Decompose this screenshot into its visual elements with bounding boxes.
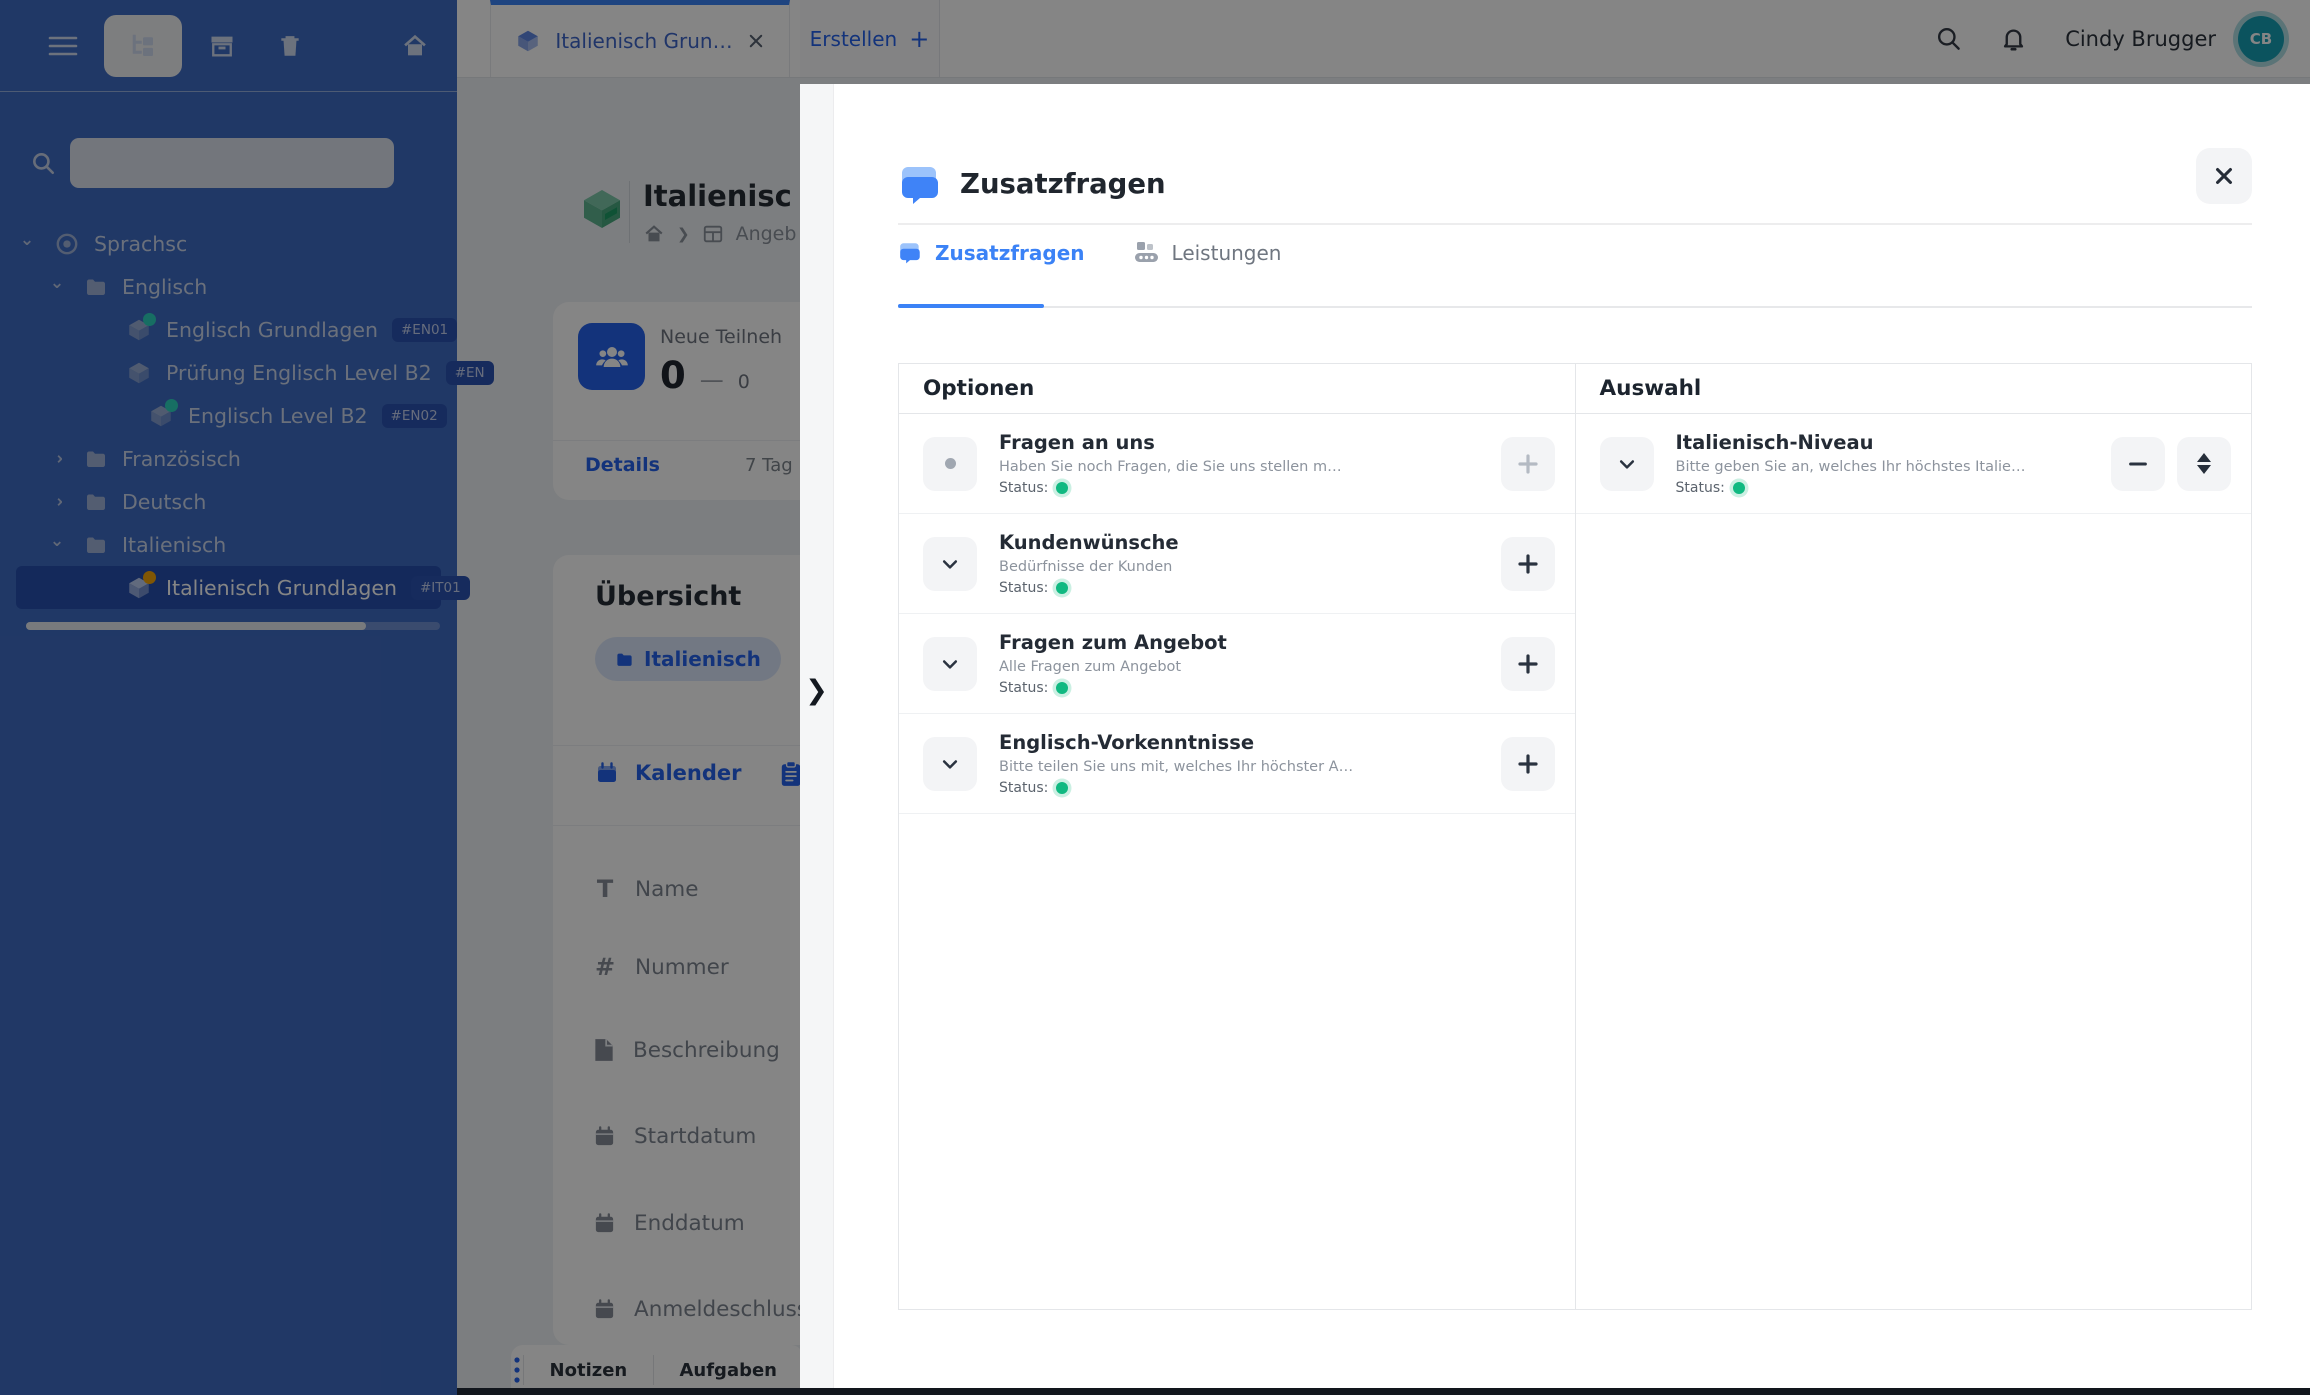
plus-icon <box>1516 752 1540 776</box>
item-title: Fragen zum Angebot <box>999 631 1479 654</box>
drawer-content: Zusatzfragen Zusatzfragen Leistungen <box>834 84 2310 1388</box>
auswahl-header: Auswahl <box>1576 364 2252 414</box>
option-row-kundenw-nsche: Kundenwünsche Bedürfnisse der Kunden Statu… <box>899 514 1575 614</box>
item-subtitle: Alle Fragen zum Angebot <box>999 659 1479 675</box>
expand-chevron-button[interactable] <box>1600 437 1654 491</box>
expand-chevron-button[interactable] <box>923 737 977 791</box>
item-subtitle: Bitte geben Sie an, welches Ihr höchstes… <box>1676 459 2090 475</box>
plus-icon <box>1516 552 1540 576</box>
sort-icon <box>2197 453 2211 474</box>
options-list: Fragen an uns Haben Sie noch Fragen, die … <box>899 414 1575 814</box>
tab-label: Leistungen <box>1172 241 1282 265</box>
status-label: Status: <box>999 780 1048 796</box>
zusatzfragen-drawer: ❯ Zusatzfragen Zusatzfragen <box>800 84 2310 1388</box>
collapse-chevron-icon[interactable]: ❯ <box>800 675 833 706</box>
tab-leistungen[interactable]: Leistungen <box>1133 240 1282 265</box>
remove-button[interactable] <box>2111 437 2165 491</box>
products-icon <box>1133 240 1160 265</box>
plus-icon <box>1516 452 1540 476</box>
add-option-button[interactable] <box>1501 737 1555 791</box>
status-line: Status: <box>999 780 1479 796</box>
modal-tabs: Zusatzfragen Leistungen <box>898 240 1281 265</box>
item-title: Kundenwünsche <box>999 531 1479 554</box>
status-line: Status: <box>1676 480 2090 496</box>
item-title: Englisch-Vorkenntnisse <box>999 731 1479 754</box>
auswahl-item-text: Italienisch-Niveau Bitte geben Sie an, w… <box>1676 431 2090 496</box>
item-subtitle: Haben Sie noch Fragen, die Sie uns stell… <box>999 459 1479 475</box>
tab-zusatzfragen[interactable]: Zusatzfragen <box>898 241 1085 265</box>
expand-chevron-button[interactable] <box>923 537 977 591</box>
tabs-divider <box>898 306 2252 308</box>
auswahl-row: Italienisch-Niveau Bitte geben Sie an, w… <box>1576 414 2252 514</box>
chevron-down-icon <box>940 554 960 574</box>
status-label: Status: <box>1676 480 1725 496</box>
chat-bubbles-icon <box>898 241 923 264</box>
option-row-fragen-zum-angebot: Fragen zum Angebot Alle Fragen zum Angebo… <box>899 614 1575 714</box>
item-subtitle: Bitte teilen Sie uns mit, welches Ihr hö… <box>999 759 1479 775</box>
chevron-down-icon <box>940 654 960 674</box>
option-item-text: Englisch-Vorkenntnisse Bitte teilen Sie u… <box>999 731 1479 796</box>
active-tab-underline <box>898 304 1044 308</box>
status-line: Status: <box>999 680 1479 696</box>
auswahl-column: Auswahl Italienisch-Niveau Bitte geben S… <box>1575 364 2252 1309</box>
option-item-text: Fragen an uns Haben Sie noch Fragen, die … <box>999 431 1479 496</box>
status-label: Status: <box>999 580 1048 596</box>
drawer-gutter: ❯ <box>800 84 834 1388</box>
expand-chevron-button[interactable] <box>923 637 977 691</box>
plus-icon <box>1516 652 1540 676</box>
option-row-englisch-vorkenntnisse: Englisch-Vorkenntnisse Bitte teilen Sie u… <box>899 714 1575 814</box>
option-item-text: Fragen zum Angebot Alle Fragen zum Angebo… <box>999 631 1479 696</box>
status-dot <box>1056 682 1068 694</box>
item-title: Fragen an uns <box>999 431 1479 454</box>
add-option-button[interactable] <box>1501 637 1555 691</box>
item-title: Italienisch-Niveau <box>1676 431 2090 454</box>
status-dot <box>1056 482 1068 494</box>
option-row-fragen-an-uns: Fragen an uns Haben Sie noch Fragen, die … <box>899 414 1575 514</box>
option-bullet-button[interactable] <box>923 437 977 491</box>
minus-icon <box>2127 453 2149 475</box>
status-line: Status: <box>999 480 1479 496</box>
status-label: Status: <box>999 680 1048 696</box>
app-window: ⌄Sprachsc⌄EnglischEnglisch Grundlagen#EN… <box>0 0 2310 1395</box>
tab-label: Zusatzfragen <box>935 241 1085 265</box>
option-item-text: Kundenwünsche Bedürfnisse der Kunden Statu… <box>999 531 1479 596</box>
chat-bubbles-icon <box>898 163 944 205</box>
modal-close-button[interactable] <box>2196 148 2252 204</box>
auswahl-row-actions <box>2111 437 2231 491</box>
modal-title: Zusatzfragen <box>960 168 1166 200</box>
status-dot <box>1733 482 1745 494</box>
add-option-button[interactable] <box>1501 537 1555 591</box>
modal-header: Zusatzfragen <box>898 156 1166 212</box>
status-dot <box>1056 582 1068 594</box>
chevron-down-icon <box>940 754 960 774</box>
status-label: Status: <box>999 480 1048 496</box>
reorder-button[interactable] <box>2177 437 2231 491</box>
divider <box>898 223 2252 225</box>
bullet-dot <box>945 458 956 469</box>
add-option-button[interactable] <box>1501 437 1555 491</box>
status-dot <box>1056 782 1068 794</box>
options-header: Optionen <box>899 364 1575 414</box>
options-column: Optionen Fragen an uns Haben Sie noch Fra… <box>899 364 1575 1309</box>
status-line: Status: <box>999 580 1479 596</box>
transfer-panel: Optionen Fragen an uns Haben Sie noch Fra… <box>898 363 2252 1310</box>
item-subtitle: Bedürfnisse der Kunden <box>999 559 1479 575</box>
